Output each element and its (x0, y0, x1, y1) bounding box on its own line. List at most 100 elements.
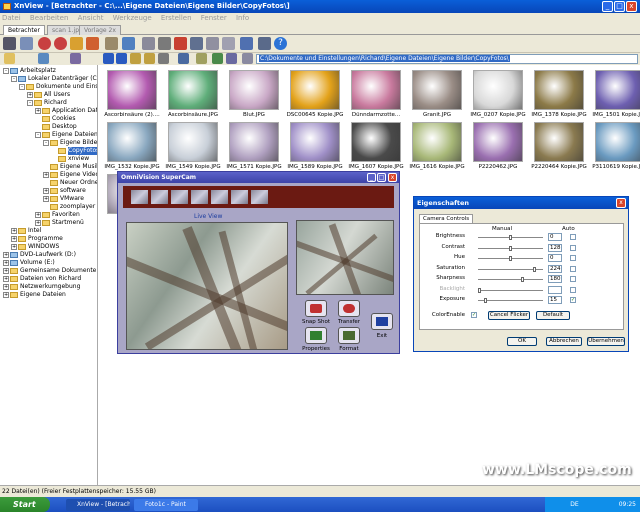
thumbnail-image[interactable] (168, 122, 218, 162)
tree-item[interactable]: xnview (51, 155, 89, 163)
tree-toggle[interactable]: + (11, 244, 17, 250)
tree-item[interactable]: - Arbeitsplatz (3, 67, 56, 75)
property-value-field[interactable]: 15 (548, 296, 562, 304)
tree-toggle[interactable]: + (43, 196, 49, 202)
thumbnail-image[interactable] (534, 122, 584, 162)
tree-toggle[interactable]: - (27, 100, 33, 106)
tree-toggle[interactable]: - (43, 140, 49, 146)
tree-item[interactable]: - Eigene Bilder (43, 139, 97, 147)
scanner-icon[interactable] (142, 37, 155, 50)
tree-toggle[interactable]: + (35, 220, 41, 226)
film-frame[interactable] (211, 190, 228, 204)
open-folder-icon[interactable] (105, 37, 118, 50)
tree-toggle[interactable]: + (3, 252, 9, 258)
select-icon[interactable] (226, 53, 237, 64)
start-button[interactable]: Start (0, 497, 50, 512)
tree-item[interactable]: + Intel (11, 227, 41, 235)
menu-ansicht[interactable]: Ansicht (78, 14, 104, 22)
forward-icon[interactable] (116, 53, 127, 64)
tree-toggle[interactable]: + (27, 92, 33, 98)
settings-icon[interactable] (222, 37, 235, 50)
thumbnail-image[interactable] (290, 122, 340, 162)
thumbnail-image[interactable] (168, 70, 218, 110)
tab-camera-controls[interactable]: Camera Controls (419, 214, 474, 223)
thumbnail-image[interactable] (412, 70, 462, 110)
tree-item[interactable]: + DVD-Laufwerk (D:) (3, 251, 76, 259)
tree-item[interactable]: Eigene Musik (43, 163, 97, 171)
tree-item[interactable]: + Netzwerkumgebung (3, 283, 80, 291)
tree-item[interactable]: - Eigene Dateien (35, 131, 97, 139)
browse-icon[interactable] (20, 37, 33, 50)
film-frame[interactable] (191, 190, 208, 204)
eye-icon[interactable] (3, 37, 16, 50)
properties-close-button[interactable]: x (616, 198, 626, 208)
property-value-field[interactable]: 0 (548, 233, 562, 241)
back-icon[interactable] (103, 53, 114, 64)
tree-item[interactable]: + VMware (43, 195, 84, 203)
minimize-button[interactable]: _ (602, 1, 613, 12)
tree-toggle[interactable]: - (19, 84, 25, 90)
property-slider[interactable] (478, 298, 543, 303)
ok-button[interactable]: OK (507, 337, 537, 346)
film-frame[interactable] (251, 190, 268, 204)
default-button[interactable]: Default (536, 311, 570, 320)
menu-bearbeiten[interactable]: Bearbeiten (30, 14, 68, 22)
maximize-button[interactable]: □ (614, 1, 625, 12)
tree-toggle[interactable]: + (3, 292, 9, 298)
copy-icon[interactable] (158, 53, 169, 64)
tree-item[interactable]: Cookies (35, 115, 76, 123)
slider-knob[interactable] (478, 287, 481, 293)
parent-folder-icon[interactable] (130, 53, 141, 64)
task-paint[interactable]: Foto1c - Paint (134, 499, 198, 511)
tree-item[interactable]: + Volume (E:) (3, 259, 55, 267)
categories-tab-icon[interactable] (70, 53, 81, 64)
property-value-field[interactable]: 128 (548, 243, 562, 252)
property-auto-checkbox[interactable] (570, 276, 576, 282)
property-auto-checkbox[interactable] (570, 255, 576, 261)
filter-icon[interactable] (212, 53, 223, 64)
property-value-field[interactable]: 224 (548, 264, 562, 273)
tree-toggle[interactable]: + (11, 236, 17, 242)
favorites-tab-icon[interactable] (38, 53, 49, 64)
tree-item[interactable]: + Dateien von Richard (3, 275, 81, 283)
thumbnail-image[interactable] (595, 70, 640, 110)
rotate-right-icon[interactable] (54, 37, 67, 50)
tree-item[interactable]: + Application Data (35, 107, 97, 115)
property-auto-checkbox[interactable]: ✓ (570, 297, 576, 303)
exit-button[interactable] (371, 313, 393, 330)
tree-toggle[interactable]: - (3, 68, 9, 74)
tree-item[interactable]: Desktop (35, 123, 77, 131)
tree-toggle[interactable]: + (43, 188, 49, 194)
property-slider[interactable] (478, 256, 543, 261)
slider-knob[interactable] (509, 256, 512, 261)
format-button[interactable] (338, 327, 360, 344)
camera-maximize-button[interactable]: □ (377, 173, 386, 182)
property-slider[interactable] (478, 245, 543, 251)
close-button[interactable]: x (626, 1, 637, 12)
info-panel-icon[interactable] (258, 37, 271, 50)
thumbnail-image[interactable] (351, 70, 401, 110)
thumbnail-image[interactable] (229, 70, 279, 110)
property-value-field[interactable]: 0 (548, 254, 562, 262)
cancel-button[interactable]: Abbrechen (546, 337, 582, 346)
slider-knob[interactable] (509, 235, 512, 240)
tree-item[interactable]: - Richard (27, 99, 67, 107)
tree-item[interactable]: zoomplayer (43, 203, 95, 211)
tree-toggle[interactable]: - (11, 76, 17, 82)
tree-item[interactable]: + All Users (27, 91, 70, 99)
tree-item[interactable]: Neuer Ordner (43, 179, 97, 187)
snap-shot-button[interactable] (305, 300, 327, 317)
fullscreen-icon[interactable] (240, 37, 253, 50)
menu-fenster[interactable]: Fenster (201, 14, 227, 22)
property-auto-checkbox[interactable] (570, 244, 576, 251)
cancel-flicker-button[interactable]: Cancel Flicker (488, 311, 530, 320)
tree-item[interactable]: + Eigene Dateien (3, 291, 66, 299)
favorite-icon[interactable] (122, 37, 135, 50)
properties-button[interactable] (305, 327, 327, 344)
property-value-field[interactable] (548, 285, 562, 294)
tree-item[interactable]: + WINDOWS (11, 243, 59, 251)
tree-item[interactable]: + Programme (11, 235, 63, 243)
thumbnail-image[interactable] (351, 122, 401, 162)
color-enable-checkbox[interactable]: ✓ (471, 312, 477, 318)
tree-toggle[interactable]: + (3, 284, 9, 290)
